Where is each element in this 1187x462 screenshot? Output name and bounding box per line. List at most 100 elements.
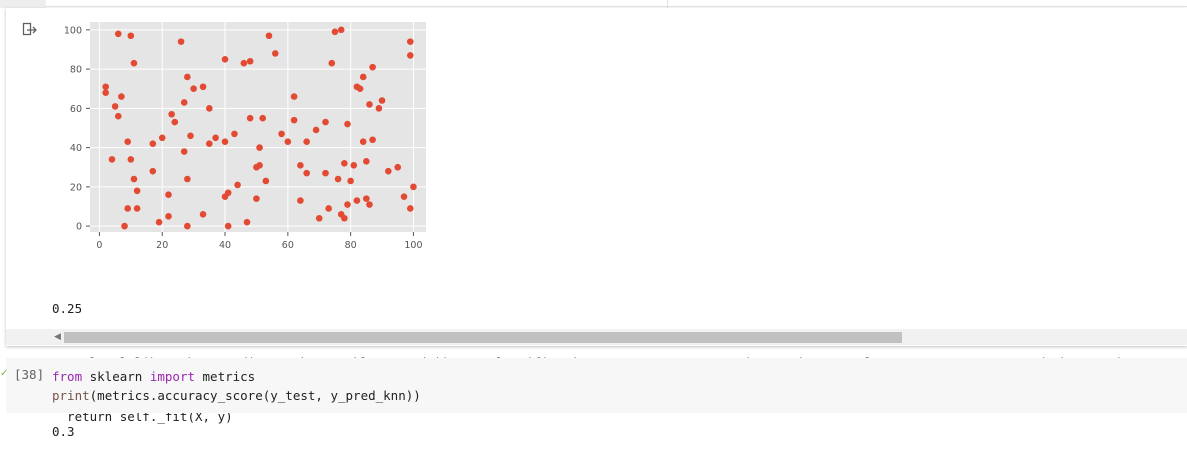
- data-point: [224, 189, 232, 197]
- scrollbar-thumb[interactable]: [64, 332, 902, 343]
- data-point: [133, 205, 141, 212]
- data-point: [231, 130, 238, 138]
- data-point: [322, 118, 329, 126]
- data-point: [114, 30, 122, 38]
- data-point: [102, 89, 110, 96]
- data-point: [124, 138, 131, 146]
- data-point: [184, 175, 191, 183]
- ruler-line: [667, 0, 668, 8]
- keyword-import: import: [149, 369, 195, 384]
- x-tick-label: 20: [156, 240, 168, 251]
- data-point: [290, 93, 298, 100]
- data-point: [284, 138, 292, 146]
- data-point: [240, 59, 248, 67]
- scroll-left-icon[interactable]: ◀: [54, 332, 61, 342]
- data-point: [353, 197, 361, 204]
- data-point: [322, 169, 329, 177]
- data-point: [378, 97, 386, 104]
- data-point: [271, 50, 279, 57]
- data-point: [394, 163, 402, 171]
- data-point: [259, 114, 267, 122]
- data-point: [158, 134, 166, 142]
- output-line-score: 0.25: [52, 301, 83, 316]
- data-point: [243, 218, 251, 226]
- y-tick-label: 40: [70, 143, 82, 154]
- data-point: [350, 161, 358, 169]
- data-point: [400, 193, 408, 200]
- data-point: [246, 114, 254, 122]
- data-point: [406, 38, 414, 45]
- data-point: [168, 110, 175, 118]
- data-point: [369, 63, 376, 71]
- divider: [46, 6, 1187, 7]
- data-point: [111, 103, 119, 110]
- code-editor[interactable]: from sklearn import metrics print(metric…: [52, 367, 421, 405]
- data-point: [199, 211, 207, 218]
- data-point: [234, 181, 241, 189]
- data-point: [303, 138, 310, 146]
- y-tick-label: 80: [70, 65, 82, 76]
- data-point: [133, 187, 141, 195]
- data-point: [328, 59, 336, 67]
- data-point: [180, 148, 188, 155]
- data-point: [187, 132, 194, 140]
- call-args: (metrics.accuracy_score(y_test, y_pred_k…: [89, 388, 421, 403]
- data-point: [127, 156, 135, 163]
- code-cell[interactable]: ✓ [38] from sklearn import metrics print…: [0, 358, 1187, 413]
- data-point: [130, 175, 138, 183]
- data-point: [180, 99, 188, 106]
- y-tick-label: 60: [70, 104, 82, 115]
- data-point: [406, 205, 414, 212]
- data-point: [297, 161, 304, 169]
- data-point: [206, 105, 213, 112]
- data-point: [177, 38, 185, 45]
- data-point: [212, 134, 219, 142]
- previous-cell-edge: [0, 0, 1187, 8]
- data-point: [366, 101, 373, 108]
- data-point: [265, 32, 273, 40]
- cell-status-icon: ✓: [0, 368, 9, 379]
- data-point: [369, 136, 376, 144]
- data-point: [341, 214, 348, 222]
- output-redirect-icon[interactable]: [22, 22, 38, 38]
- data-point: [102, 83, 110, 91]
- data-point: [184, 222, 191, 230]
- data-point: [121, 222, 128, 230]
- keyword-from: from: [52, 369, 83, 384]
- data-point: [155, 218, 163, 226]
- data-point: [341, 160, 348, 167]
- cell-output: 0.3: [52, 424, 75, 439]
- data-point: [315, 214, 323, 222]
- data-point: [221, 55, 229, 63]
- data-point: [124, 205, 131, 212]
- data-point: [375, 105, 383, 112]
- data-point: [344, 201, 351, 208]
- horizontal-scrollbar[interactable]: ◀: [6, 329, 1187, 345]
- scatter-plot: 0 20 40 60 80 100 0 20 40 60 80 100: [64, 22, 426, 251]
- data-point: [256, 161, 263, 169]
- x-tick-label: 100: [404, 240, 422, 251]
- x-tick-label: 40: [219, 240, 231, 251]
- data-point: [334, 175, 342, 183]
- data-point: [108, 156, 116, 163]
- data-point: [331, 28, 339, 36]
- data-point: [118, 93, 125, 100]
- x-tick-label: 80: [345, 240, 357, 251]
- data-point: [165, 191, 172, 199]
- data-point: [199, 83, 207, 91]
- data-point: [127, 32, 135, 40]
- data-point: [303, 169, 310, 177]
- module-name: sklearn: [82, 369, 150, 384]
- data-point: [149, 140, 157, 147]
- data-point: [149, 167, 157, 175]
- x-tick-label: 0: [96, 240, 102, 251]
- y-tick-label: 0: [76, 222, 82, 233]
- data-point: [363, 158, 370, 165]
- y-tick-label: 20: [70, 182, 82, 193]
- data-point: [224, 222, 232, 230]
- data-point: [366, 201, 373, 208]
- data-point: [221, 138, 229, 146]
- data-point: [130, 59, 138, 67]
- data-point: [246, 57, 254, 65]
- data-point: [410, 183, 417, 191]
